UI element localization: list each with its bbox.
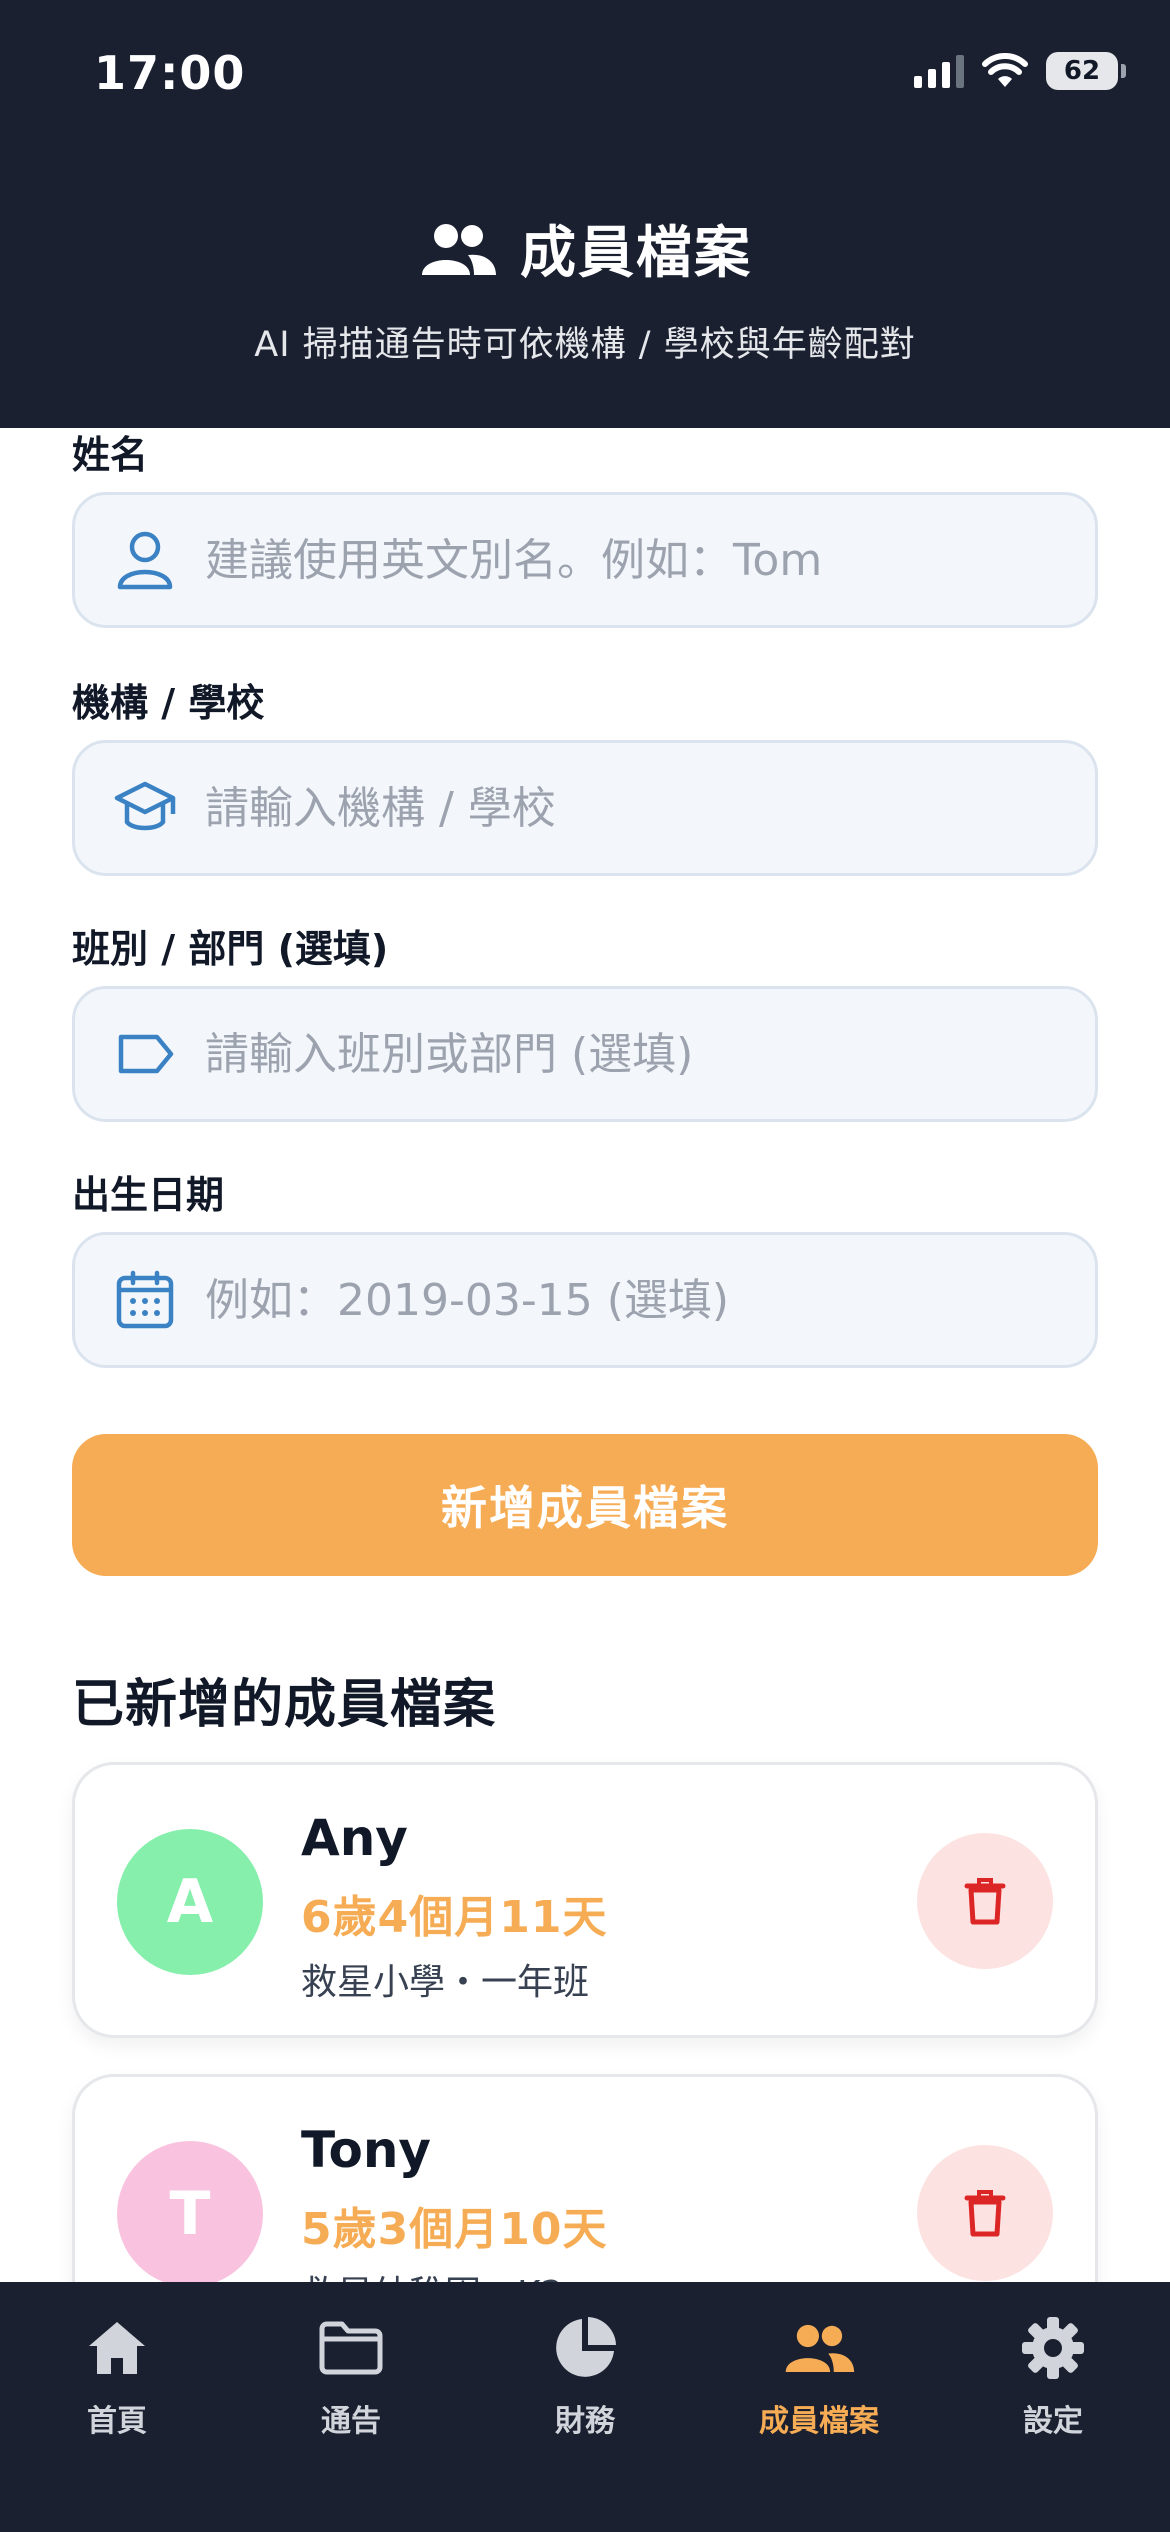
avatar: T	[117, 2141, 263, 2287]
delete-member-button[interactable]	[917, 2145, 1053, 2281]
bottom-tab-bar: 首頁 通告 財務 成員檔案 設定	[0, 2282, 1170, 2532]
tab-label: 設定	[1023, 2404, 1083, 2439]
dob-input[interactable]	[205, 1274, 1065, 1326]
school-label: 機構 / 學校	[72, 681, 265, 725]
dob-label: 出生日期	[72, 1173, 225, 1217]
gear-icon	[1022, 2317, 1084, 2379]
calendar-icon	[113, 1268, 177, 1332]
person-icon	[113, 528, 177, 592]
tab-label: 成員檔案	[759, 2404, 879, 2439]
trash-icon	[964, 1878, 1006, 1925]
member-name: Any	[301, 1809, 408, 1867]
cellular-signal-icon	[914, 54, 964, 88]
members-section-title: 已新增的成員檔案	[72, 1675, 497, 1735]
member-name: Tony	[301, 2121, 432, 2179]
class-label: 班別 / 部門 (選填)	[72, 927, 389, 971]
member-age: 5歲3個月10天	[301, 2204, 608, 2255]
tab-notices[interactable]: 通告	[234, 2308, 468, 2440]
folder-icon	[319, 2321, 383, 2375]
home-icon	[89, 2322, 145, 2374]
status-time: 17:00	[94, 46, 246, 100]
people-icon	[785, 2324, 855, 2373]
wifi-icon	[982, 53, 1028, 87]
page-header: 17:00 62 成員檔案 AI 掃描通告時可依機構 / 學校與年齡配對	[0, 0, 1170, 428]
tab-label: 通告	[321, 2404, 381, 2439]
page-title: 成員檔案	[520, 221, 752, 286]
member-age: 6歲4個月11天	[301, 1892, 608, 1943]
name-label: 姓名	[72, 433, 149, 477]
pie-chart-icon	[556, 2317, 616, 2377]
add-member-button[interactable]: 新增成員檔案	[72, 1434, 1098, 1576]
school-input[interactable]	[205, 782, 1065, 834]
dob-field[interactable]	[72, 1232, 1098, 1368]
graduation-cap-icon	[113, 776, 177, 840]
name-field[interactable]	[72, 492, 1098, 628]
member-card[interactable]: A Any 6歲4個月11天 救星小學・一年班	[72, 1762, 1098, 2038]
system-icons: 62	[914, 52, 1126, 90]
people-icon	[422, 223, 496, 275]
tab-home[interactable]: 首頁	[0, 2308, 234, 2440]
tab-label: 財務	[555, 2404, 615, 2439]
class-field[interactable]	[72, 986, 1098, 1122]
trash-icon	[964, 2190, 1006, 2237]
tab-label: 首頁	[87, 2404, 147, 2439]
name-input[interactable]	[205, 534, 1065, 586]
delete-member-button[interactable]	[917, 1833, 1053, 1969]
avatar: A	[117, 1829, 263, 1975]
tag-icon	[113, 1022, 177, 1086]
header-title-row: 成員檔案	[0, 208, 1170, 289]
page-subtitle: AI 掃描通告時可依機構 / 學校與年齡配對	[254, 325, 916, 365]
class-input[interactable]	[205, 1028, 1065, 1080]
school-field[interactable]	[72, 740, 1098, 876]
tab-members[interactable]: 成員檔案	[702, 2308, 936, 2440]
member-organization: 救星小學・一年班	[301, 1962, 590, 2003]
status-bar: 17:00 62	[0, 0, 1170, 150]
tab-settings[interactable]: 設定	[936, 2308, 1170, 2440]
battery-icon: 62	[1046, 52, 1126, 90]
tab-finance[interactable]: 財務	[468, 2308, 702, 2440]
